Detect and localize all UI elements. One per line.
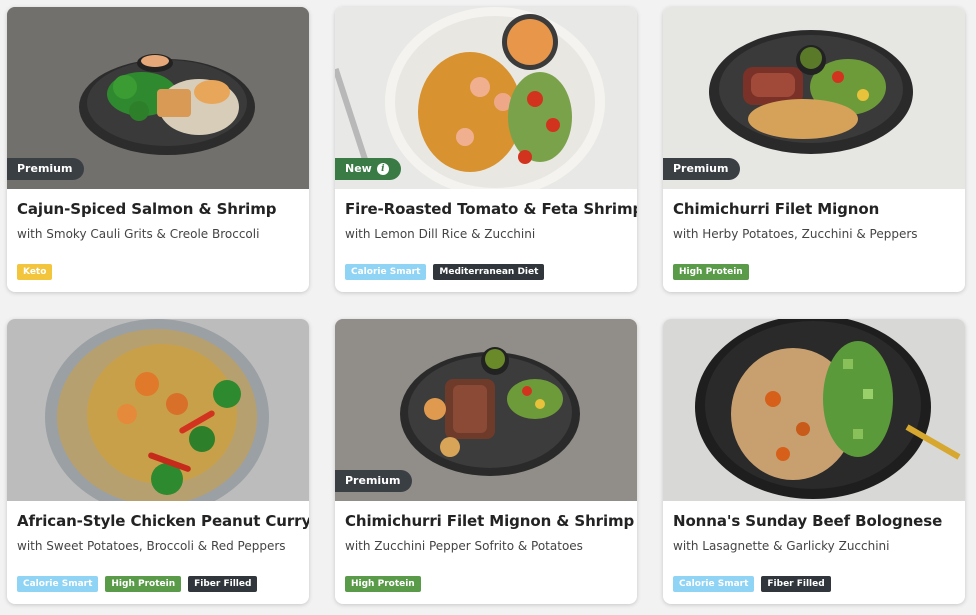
- meal-photo[interactable]: [663, 319, 965, 501]
- tag-high-protein: High Protein: [673, 264, 749, 280]
- meal-subtitle: with Zucchini Pepper Sofrito & Potatoes: [345, 539, 583, 553]
- badge-label: Premium: [17, 162, 73, 175]
- tag-list: Calorie Smart Mediterranean Diet: [345, 264, 545, 280]
- meal-subtitle: with Smoky Cauli Grits & Creole Broccoli: [17, 227, 260, 241]
- tag-calorie-smart: Calorie Smart: [17, 576, 99, 592]
- badge-label: New: [345, 162, 372, 175]
- meal-title[interactable]: Chimichurri Filet Mignon: [673, 200, 958, 218]
- meal-photo[interactable]: Premium: [335, 319, 637, 501]
- badge-label: Premium: [673, 162, 729, 175]
- meal-card[interactable]: Premium Cajun-Spiced Salmon & Shrimp wit…: [7, 7, 309, 292]
- tag-keto: Keto: [17, 264, 53, 280]
- meal-card[interactable]: African-Style Chicken Peanut Curry with …: [7, 319, 309, 604]
- meal-card[interactable]: Premium Chimichurri Filet Mignon & Shrim…: [335, 319, 637, 604]
- meal-card[interactable]: Nonna's Sunday Beef Bolognese with Lasag…: [663, 319, 965, 604]
- meal-photo[interactable]: [7, 319, 309, 501]
- badge-label: Premium: [345, 474, 401, 487]
- tag-high-protein: High Protein: [105, 576, 182, 592]
- meal-subtitle: with Lasagnette & Garlicky Zucchini: [673, 539, 890, 553]
- meal-subtitle: with Herby Potatoes, Zucchini & Peppers: [673, 227, 918, 241]
- tag-fiber-filled: Fiber Filled: [188, 576, 258, 592]
- premium-badge: Premium: [7, 158, 85, 180]
- meal-title[interactable]: Fire-Roasted Tomato & Feta Shrimp: [345, 200, 637, 218]
- meal-title[interactable]: African-Style Chicken Peanut Curry: [17, 512, 309, 530]
- meal-title[interactable]: Nonna's Sunday Beef Bolognese: [673, 512, 958, 530]
- tag-list: Calorie Smart High Protein Fiber Filled: [17, 576, 258, 592]
- meal-grid: Premium Cajun-Spiced Salmon & Shrimp wit…: [0, 0, 976, 615]
- tag-calorie-smart: Calorie Smart: [345, 264, 427, 280]
- premium-badge: Premium: [663, 158, 741, 180]
- meal-photo[interactable]: New i: [335, 7, 637, 189]
- tag-calorie-smart: Calorie Smart: [673, 576, 755, 592]
- new-badge: New i: [335, 158, 401, 180]
- tag-fiber-filled: Fiber Filled: [761, 576, 831, 592]
- meal-title[interactable]: Cajun-Spiced Salmon & Shrimp: [17, 200, 302, 218]
- tag-mediterranean-diet: Mediterranean Diet: [433, 264, 545, 280]
- meal-subtitle: with Sweet Potatoes, Broccoli & Red Pepp…: [17, 539, 286, 553]
- meal-card[interactable]: New i Fire-Roasted Tomato & Feta Shrimp …: [335, 7, 637, 292]
- tag-list: Calorie Smart Fiber Filled: [673, 576, 831, 592]
- info-icon[interactable]: i: [376, 163, 389, 175]
- meal-photo[interactable]: Premium: [7, 7, 309, 189]
- tag-list: High Protein: [673, 264, 749, 280]
- meal-title[interactable]: Chimichurri Filet Mignon & Shrimp: [345, 512, 634, 530]
- tag-high-protein: High Protein: [345, 576, 421, 592]
- tag-list: Keto: [17, 264, 53, 280]
- meal-subtitle: with Lemon Dill Rice & Zucchini: [345, 227, 536, 241]
- meal-photo[interactable]: Premium: [663, 7, 965, 189]
- premium-badge: Premium: [335, 470, 413, 492]
- tag-list: High Protein: [345, 576, 421, 592]
- meal-card[interactable]: Premium Chimichurri Filet Mignon with He…: [663, 7, 965, 292]
